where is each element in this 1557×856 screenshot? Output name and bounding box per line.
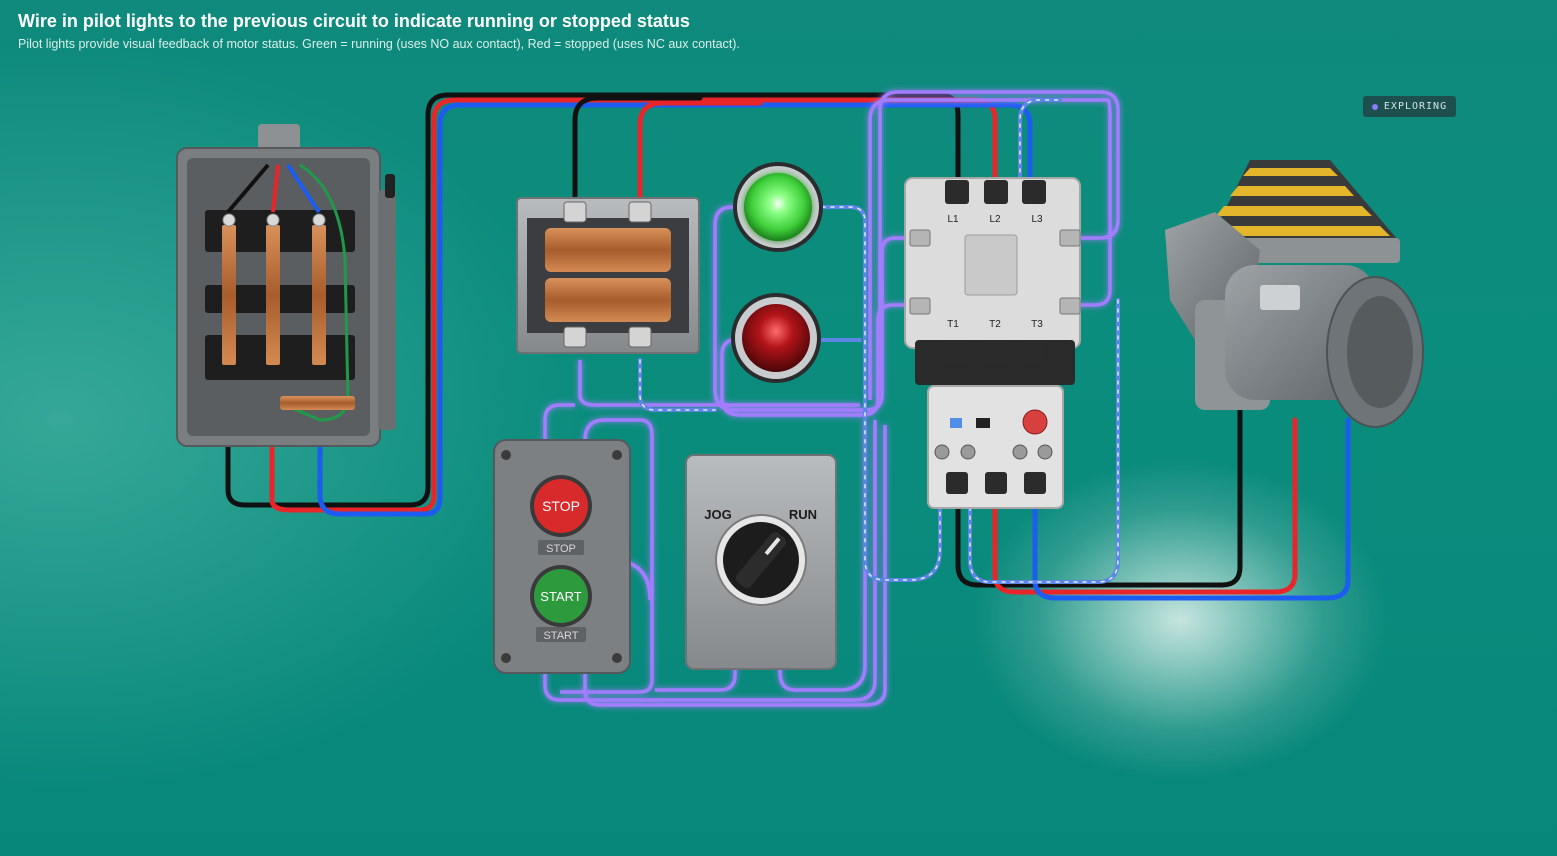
fuse-l2 (266, 225, 280, 365)
overload-reset-button[interactable] (976, 418, 990, 428)
fuse-l3 (312, 225, 326, 365)
start-legend-text: START (543, 630, 578, 642)
terminal-l2-screw[interactable] (984, 180, 1008, 204)
motor-nameplate (1260, 285, 1300, 310)
selector-switch: JOG RUN (685, 454, 837, 670)
start-button[interactable]: START (530, 565, 592, 627)
stop-legend-text: STOP (546, 543, 576, 555)
primary-coil (545, 228, 671, 272)
terminal-t1-screw[interactable] (945, 340, 969, 364)
conveyor-stripe (1243, 168, 1338, 176)
wiring-canvas: L1 L2 L3 T1 T2 T3 STOP STOP START START … (176, 90, 1424, 707)
aux-terminal-a2[interactable] (909, 297, 931, 315)
station-screw (612, 653, 622, 663)
pilot-light-green[interactable] (733, 162, 823, 252)
aux-terminal-no[interactable] (1059, 229, 1081, 247)
terminal-x2[interactable] (628, 326, 652, 348)
disconnect-switch[interactable] (176, 124, 396, 447)
label-l3: L3 (1031, 214, 1043, 225)
start-button-label: START (540, 589, 581, 604)
green-light-lens (744, 173, 812, 241)
stop-button-label: STOP (542, 498, 580, 514)
lug-top-l2 (266, 213, 280, 227)
label-l2: L2 (989, 214, 1001, 225)
stop-button[interactable]: STOP (530, 475, 592, 537)
overload-test-button[interactable] (950, 418, 962, 428)
aux-terminal-a1[interactable] (909, 229, 931, 247)
terminal-h1[interactable] (563, 201, 587, 223)
overload-terminal-4t2[interactable] (985, 472, 1007, 494)
label-t1: T1 (947, 319, 959, 330)
overload-terminal-2t1[interactable] (946, 472, 968, 494)
motor-conveyor[interactable] (1165, 160, 1424, 428)
enclosure-hinge (378, 190, 396, 430)
terminal-l3-screw[interactable] (1022, 180, 1046, 204)
station-screw (612, 450, 622, 460)
overload-relay[interactable] (927, 385, 1064, 509)
aux-terminal-nc[interactable] (1059, 297, 1081, 315)
terminal-l1-screw[interactable] (945, 180, 969, 204)
motor-fan-grille (1347, 296, 1413, 408)
overload-dial[interactable] (1022, 409, 1048, 435)
disconnect-handle[interactable] (385, 174, 395, 198)
lug-top-l3 (312, 213, 326, 227)
overload-terminal-6t3[interactable] (1024, 472, 1046, 494)
control-transformer[interactable] (516, 197, 700, 354)
terminal-t2-screw[interactable] (984, 340, 1008, 364)
label-l1: L1 (947, 214, 959, 225)
red-light-lens (742, 304, 810, 372)
pilot-light-red[interactable] (731, 293, 821, 383)
contactor-window (964, 234, 1018, 296)
terminal-h2[interactable] (628, 201, 652, 223)
ground-bar (280, 396, 355, 410)
overload-aux-97[interactable] (1012, 444, 1028, 460)
conveyor-stripe (1230, 186, 1354, 196)
station-screw (501, 653, 511, 663)
overload-aux-95[interactable] (934, 444, 950, 460)
fuse-l1 (222, 225, 236, 365)
station-screw (501, 450, 511, 460)
lug-top-l1 (222, 213, 236, 227)
overload-aux-98[interactable] (1037, 444, 1053, 460)
contactor[interactable]: L1 L2 L3 T1 T2 T3 (904, 177, 1081, 385)
secondary-coil (545, 278, 671, 322)
jog-label: JOG (704, 507, 731, 522)
label-t2: T2 (989, 319, 1001, 330)
terminal-x1[interactable] (563, 326, 587, 348)
run-label: RUN (789, 507, 817, 522)
label-t3: T3 (1031, 319, 1043, 330)
overload-aux-96[interactable] (960, 444, 976, 460)
terminal-t3-screw[interactable] (1022, 340, 1046, 364)
conveyor-stripe (1216, 206, 1372, 216)
pushbutton-station: STOP STOP START START (493, 439, 631, 674)
